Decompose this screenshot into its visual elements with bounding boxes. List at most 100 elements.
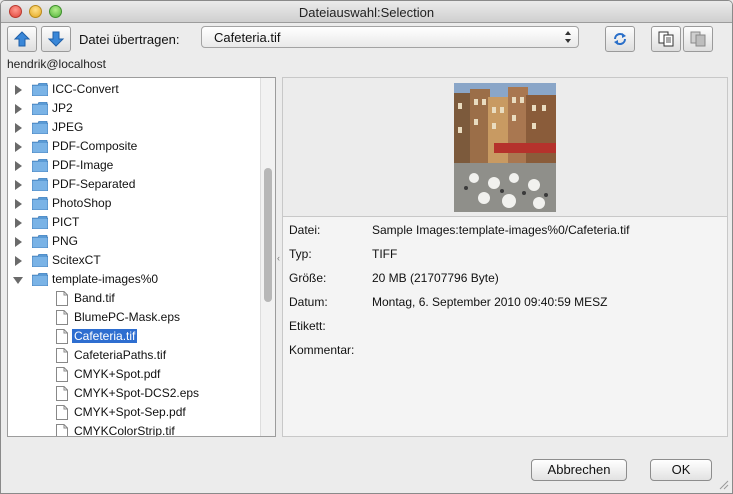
paste-documents-icon: [690, 31, 706, 47]
tree-file-label: Band.tif: [74, 291, 115, 305]
transfer-label: Datei übertragen:: [79, 32, 180, 47]
folder-icon: [31, 158, 49, 173]
tree-file-row[interactable]: CafeteriaPaths.tif: [8, 346, 263, 365]
tree-folder-label: PICT: [52, 215, 80, 229]
info-value: Montag, 6. September 2010 09:40:59 MESZ: [372, 295, 608, 309]
refresh-button[interactable]: [605, 26, 635, 52]
copy-button[interactable]: [651, 26, 681, 52]
ok-button[interactable]: OK: [650, 459, 712, 481]
move-up-button[interactable]: [7, 26, 37, 52]
tree-folder-row[interactable]: JP2: [8, 99, 263, 118]
info-key: Datum:: [289, 295, 328, 309]
tree-folder-row[interactable]: ScitexCT: [8, 251, 263, 270]
info-key: Datei:: [289, 223, 321, 237]
arrow-up-icon: [13, 31, 31, 47]
tree-file-row[interactable]: BlumePC-Mask.eps: [8, 308, 263, 327]
resize-grip-icon[interactable]: [718, 479, 729, 490]
host-label: hendrik@localhost: [7, 57, 106, 71]
tree-scrollbar[interactable]: [260, 78, 275, 436]
document-icon: [56, 386, 68, 401]
disclosure-collapsed-icon[interactable]: [15, 199, 22, 209]
disclosure-collapsed-icon[interactable]: [15, 237, 22, 247]
tree-folder-row[interactable]: PDF-Image: [8, 156, 263, 175]
document-icon: [56, 329, 68, 344]
tree-file-label: CMYK+Spot-Sep.pdf: [74, 405, 186, 419]
divider-grip-icon: ‹: [277, 253, 280, 263]
tree-folder-row[interactable]: ICC-Convert: [8, 80, 263, 99]
folder-icon: [31, 196, 49, 211]
document-icon: [56, 310, 68, 325]
tree-file-row[interactable]: CMYK+Spot-DCS2.eps: [8, 384, 263, 403]
disclosure-collapsed-icon[interactable]: [15, 218, 22, 228]
info-key: Größe:: [289, 271, 327, 285]
info-row: Datei: Sample Images:template-images%0/Ca…: [289, 223, 719, 241]
cafe-thumbnail-image: [454, 83, 556, 212]
folder-icon: [31, 120, 49, 135]
disclosure-collapsed-icon[interactable]: [15, 142, 22, 152]
file-info-table: Datei: Sample Images:template-images%0/Ca…: [283, 216, 727, 436]
info-key: Etikett:: [289, 319, 326, 333]
file-select-value: Cafeteria.tif: [214, 30, 281, 45]
disclosure-collapsed-icon[interactable]: [15, 104, 22, 114]
tree-folder-label: JPEG: [52, 120, 84, 134]
disclosure-collapsed-icon[interactable]: [15, 161, 22, 171]
tree-folder-row[interactable]: JPEG: [8, 118, 263, 137]
disclosure-expanded-icon[interactable]: [13, 277, 23, 284]
tree-file-row[interactable]: CMYK+Spot.pdf: [8, 365, 263, 384]
folder-icon: [31, 253, 49, 268]
tree-folder-label: JP2: [52, 101, 73, 115]
info-row: Kommentar:: [289, 343, 719, 361]
document-icon: [56, 348, 68, 363]
info-key: Kommentar:: [289, 343, 355, 357]
tree-folder-label: PDF-Composite: [52, 139, 138, 153]
info-row: Etikett:: [289, 319, 719, 337]
tree-file-label: CafeteriaPaths.tif: [74, 348, 167, 362]
tree-file-row[interactable]: CMYKColorStrip.tif: [8, 422, 263, 437]
arrow-down-icon: [47, 31, 65, 47]
updown-arrows-icon: [565, 31, 571, 43]
info-row: Typ: TIFF: [289, 247, 719, 265]
file-select-dropdown[interactable]: Cafeteria.tif: [201, 26, 579, 48]
tree-file-row[interactable]: Cafeteria.tif: [8, 327, 263, 346]
tree-folder-label: PDF-Image: [52, 158, 114, 172]
folder-icon: [31, 234, 49, 249]
tree-folder-row[interactable]: PNG: [8, 232, 263, 251]
tree-file-label: BlumePC-Mask.eps: [74, 310, 181, 324]
info-value: 20 MB (21707796 Byte): [372, 271, 499, 285]
tree-folder-row[interactable]: template-images%0: [8, 270, 263, 289]
tree-folder-row[interactable]: PDF-Separated: [8, 175, 263, 194]
paste-button[interactable]: [683, 26, 713, 52]
cancel-button[interactable]: Abbrechen: [531, 459, 627, 481]
disclosure-collapsed-icon[interactable]: [15, 123, 22, 133]
disclosure-collapsed-icon[interactable]: [15, 180, 22, 190]
tree-file-label: CMYKColorStrip.tif: [74, 424, 175, 437]
tree-folder-row[interactable]: PDF-Composite: [8, 137, 263, 156]
tree-file-row[interactable]: CMYK+Spot-Sep.pdf: [8, 403, 263, 422]
title-bar: Dateiauswahl:Selection: [1, 1, 732, 23]
tree-folder-label: template-images%0: [52, 272, 159, 286]
copy-documents-icon: [658, 31, 674, 47]
tree-file-row[interactable]: Band.tif: [8, 289, 263, 308]
window-title: Dateiauswahl:Selection: [298, 5, 435, 20]
tree-folder-row[interactable]: PhotoShop: [8, 194, 263, 213]
move-down-button[interactable]: [41, 26, 71, 52]
document-icon: [56, 424, 68, 436]
file-chooser-window: Dateiauswahl:Selection Datei übertragen:…: [0, 0, 733, 494]
preview-panel: Datei: Sample Images:template-images%0/Ca…: [282, 77, 728, 437]
tree-file-label-selected: Cafeteria.tif: [72, 329, 138, 343]
folder-icon: [31, 82, 49, 97]
tree-folder-label: PDF-Separated: [52, 177, 136, 191]
info-value: TIFF: [372, 247, 398, 261]
tree-folder-row[interactable]: PICT: [8, 213, 263, 232]
disclosure-collapsed-icon[interactable]: [15, 85, 22, 95]
refresh-icon: [614, 33, 626, 45]
tree-scrollbar-thumb[interactable]: [264, 168, 272, 302]
tree-folder-label: ICC-Convert: [52, 82, 119, 96]
info-value: Sample Images:template-images%0/Cafeteri…: [372, 223, 630, 237]
info-row: Größe: 20 MB (21707796 Byte): [289, 271, 719, 289]
folder-icon: [31, 215, 49, 230]
tree-folder-label: PhotoShop: [52, 196, 112, 210]
disclosure-collapsed-icon[interactable]: [15, 256, 22, 266]
folder-tree[interactable]: ICC-Convert JP2 JPEG PDF-Composite PDF-Image…: [7, 77, 276, 437]
folder-icon: [31, 272, 49, 287]
